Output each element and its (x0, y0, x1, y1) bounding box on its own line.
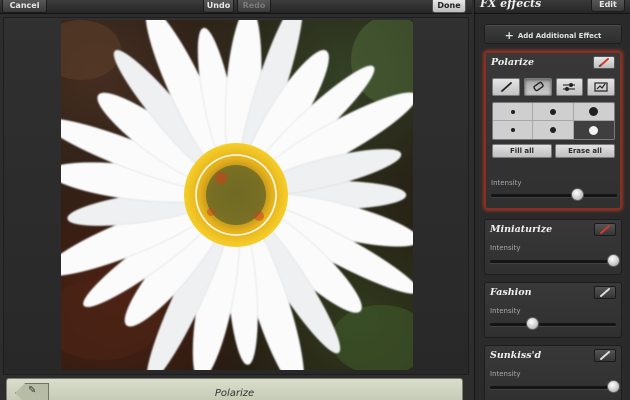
slider-knob[interactable] (607, 380, 621, 393)
effect-card-polarize[interactable]: Polarize Fill all Erase all Intensity (484, 51, 622, 210)
intensity-label: Intensity (490, 244, 521, 252)
brush-size-small[interactable] (493, 103, 534, 121)
effect-name-strip[interactable]: ✎ Polarize (6, 378, 463, 400)
effect-card-fashion[interactable]: Fashion Intensity (484, 282, 622, 338)
app-window: Cancel Undo Redo Done ✎ Polarize FX effe… (0, 0, 630, 400)
slider-knob[interactable] (525, 317, 539, 330)
current-effect-label: Polarize (214, 388, 255, 399)
effect-title: Sunkiss'd (490, 350, 542, 361)
brush-icon (600, 351, 610, 360)
effect-title: Fashion (490, 287, 532, 298)
effect-title: Polarize (491, 57, 535, 68)
add-effect-button[interactable]: + Add Additional Effect (484, 24, 622, 44)
effect-brush-toggle[interactable] (594, 286, 616, 299)
editing-canvas[interactable] (3, 17, 469, 375)
eraser-icon (532, 81, 544, 92)
brush-size-large[interactable] (573, 103, 614, 121)
effect-card-sunkissd[interactable]: Sunkiss'd Intensity (484, 345, 622, 400)
slider-knob[interactable] (607, 254, 621, 267)
intensity-label: Intensity (491, 179, 522, 187)
intensity-label: Intensity (490, 307, 521, 315)
intensity-slider[interactable] (491, 188, 617, 201)
brush-icon (600, 288, 610, 297)
intensity-slider[interactable] (490, 317, 616, 330)
intensity-slider[interactable] (490, 254, 621, 267)
brush-icon (500, 82, 512, 92)
add-effect-label: Add Additional Effect (517, 32, 602, 40)
fx-panel: FX effects Edit + Add Additional Effect P… (474, 0, 630, 400)
brush-icon (598, 58, 609, 67)
effect-title: Miniaturize (490, 224, 553, 235)
edit-button[interactable]: Edit (591, 0, 625, 12)
invert-tool-tab[interactable] (587, 78, 615, 96)
effect-brush-toggle[interactable] (594, 223, 616, 236)
panel-title: FX effects (480, 0, 542, 10)
brush-size-small[interactable] (493, 121, 534, 139)
intensity-slider[interactable] (490, 380, 621, 393)
brush-tool-tab[interactable] (492, 78, 520, 96)
effect-brush-toggle[interactable] (593, 56, 615, 69)
settings-sliders-icon (563, 83, 576, 91)
invert-selection-icon (594, 82, 608, 92)
brush-icon (600, 225, 610, 234)
cancel-button[interactable]: Cancel (2, 0, 47, 13)
brush-size-grid (492, 102, 615, 140)
adjust-tool-tab[interactable] (555, 78, 584, 96)
redo-button[interactable]: Redo (237, 0, 271, 13)
brush-size-large[interactable] (573, 121, 614, 139)
effect-brush-toggle[interactable] (594, 349, 616, 362)
plus-icon: + (504, 29, 514, 42)
panel-header: FX effects Edit (475, 0, 630, 14)
slider-knob[interactable] (570, 188, 584, 201)
erase-all-button[interactable]: Erase all (555, 144, 615, 158)
fill-all-button[interactable]: Fill all (492, 144, 552, 158)
eraser-tool-tab[interactable] (523, 78, 552, 96)
brush-size-medium[interactable] (533, 121, 574, 139)
tool-tabs (492, 78, 615, 98)
effect-card-miniaturize[interactable]: Miniaturize Intensity (484, 219, 622, 275)
top-toolbar: Cancel Undo Redo Done (0, 0, 472, 14)
undo-button[interactable]: Undo (203, 0, 234, 13)
brush-size-medium[interactable] (533, 103, 574, 121)
done-button[interactable]: Done (432, 0, 466, 13)
intensity-label: Intensity (490, 370, 521, 378)
daisy-photo[interactable] (61, 20, 413, 370)
